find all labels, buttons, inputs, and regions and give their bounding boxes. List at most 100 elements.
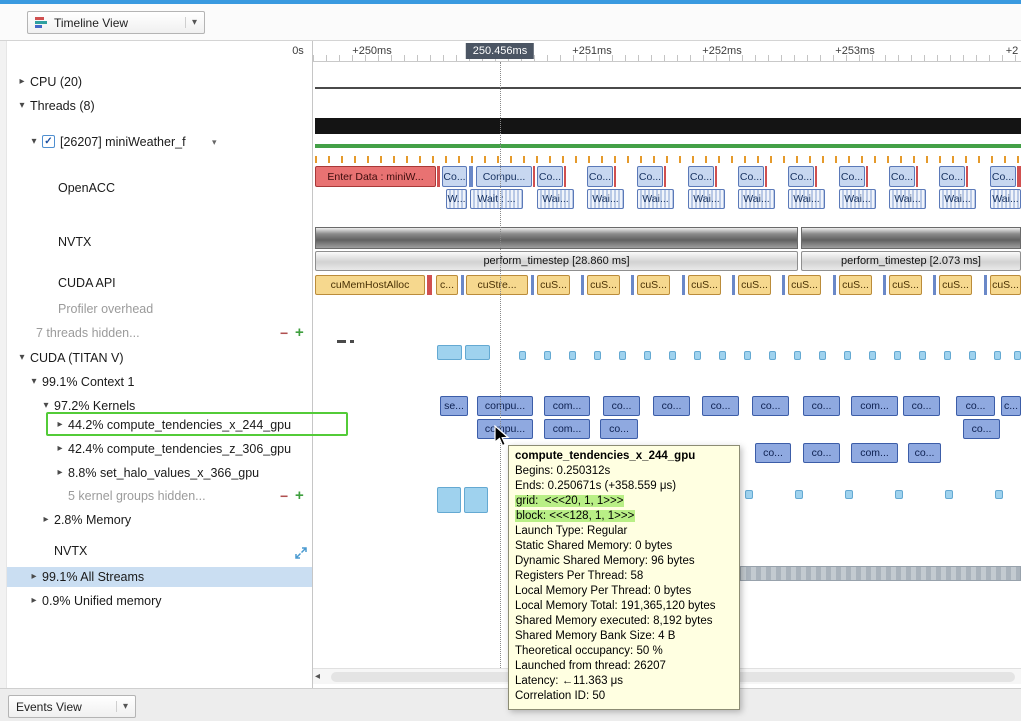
memory-group-block[interactable] [745, 490, 753, 499]
process-checkbox[interactable]: ✓ [42, 135, 55, 148]
openacc-launch-block[interactable]: Co... [587, 166, 613, 187]
openacc-launch-block[interactable] [437, 166, 440, 187]
device-memory-block[interactable] [519, 351, 526, 360]
kernels-all-block[interactable]: co... [903, 396, 940, 416]
all-streams-block[interactable] [740, 566, 1021, 581]
cuda-api-block[interactable] [883, 275, 886, 295]
openacc-wait-block[interactable]: Wai... [738, 189, 775, 209]
cuda-api-block[interactable] [531, 275, 534, 295]
openacc-launch-block[interactable]: Co... [442, 166, 467, 187]
openacc-launch-block[interactable]: Co... [889, 166, 915, 187]
kernel-z-block[interactable]: com... [851, 443, 898, 463]
sidebar-row-kernel-halo[interactable]: ▸8.8% set_halo_values_x_366_gpu [0, 463, 312, 483]
kernel-x-block[interactable]: co... [963, 419, 1000, 439]
openacc-launch-block[interactable] [715, 166, 717, 187]
device-memory-block[interactable] [619, 351, 626, 360]
memory-group-block[interactable] [845, 490, 853, 499]
cuda-api-block[interactable] [682, 275, 685, 295]
kernels-all-block[interactable]: co... [956, 396, 995, 416]
cuda-api-block[interactable]: cuS... [688, 275, 721, 295]
memory-group-block[interactable] [795, 490, 803, 499]
openacc-launch-block[interactable] [469, 166, 473, 187]
openacc-launch-block[interactable] [815, 166, 817, 187]
cuda-api-block[interactable] [427, 275, 432, 295]
cuda-api-block[interactable] [461, 275, 464, 295]
device-memory-block[interactable] [437, 345, 462, 360]
openacc-launch-block[interactable]: Co... [738, 166, 764, 187]
openacc-launch-block[interactable]: Co... [688, 166, 714, 187]
device-memory-block[interactable] [944, 351, 951, 360]
kernels-all-block[interactable]: co... [702, 396, 739, 416]
device-memory-block[interactable] [569, 351, 576, 360]
collapse-arrow-icon[interactable]: ▾ [28, 132, 40, 152]
device-memory-block[interactable] [794, 351, 801, 360]
device-memory-block[interactable] [919, 351, 926, 360]
nvtx-upper-block[interactable] [801, 227, 1021, 249]
kernels-all-block[interactable]: com... [851, 396, 898, 416]
cuda-api-block[interactable] [984, 275, 987, 295]
device-memory-block[interactable] [844, 351, 851, 360]
device-memory-block[interactable] [644, 351, 651, 360]
cuda-api-block[interactable]: cuS... [990, 275, 1021, 295]
expand-arrow-icon[interactable]: ▸ [54, 463, 66, 483]
cuda-api-block[interactable]: cuS... [587, 275, 620, 295]
cuda-api-block[interactable] [782, 275, 785, 295]
openacc-launch-block[interactable] [614, 166, 616, 187]
expand-arrow-icon[interactable]: ▸ [40, 510, 52, 530]
timeline-view-dropdown[interactable]: Timeline View ▾ [27, 11, 205, 34]
sidebar-row-unified-memory[interactable]: ▸0.9% Unified memory [0, 591, 312, 611]
show-more-icon[interactable]: + [295, 486, 304, 506]
device-memory-block[interactable] [969, 351, 976, 360]
cuda-api-block[interactable]: cuS... [537, 275, 570, 295]
sidebar-row-context1[interactable]: ▾99.1% Context 1 [0, 372, 312, 392]
nvtx-upper-block[interactable] [315, 227, 798, 249]
expand-arrow-icon[interactable]: ▸ [16, 72, 28, 92]
sidebar-row-kernel-z[interactable]: ▸42.4% compute_tendencies_z_306_gpu [0, 439, 312, 459]
show-more-icon[interactable]: + [295, 323, 304, 343]
memory-group-block[interactable] [437, 487, 461, 513]
cuda-api-block[interactable]: c... [436, 275, 458, 295]
kernel-x-block[interactable]: co... [600, 419, 638, 439]
pane-splitter[interactable] [312, 41, 313, 688]
cuda-api-block[interactable]: cuStre... [466, 275, 528, 295]
openacc-launch-block[interactable] [664, 166, 666, 187]
nvtx-range-block[interactable]: perform_timestep [28.860 ms] [315, 251, 798, 271]
show-fewer-icon[interactable]: − [280, 323, 288, 343]
cuda-api-block[interactable] [631, 275, 634, 295]
kernels-all-block[interactable]: co... [803, 396, 840, 416]
cuda-api-block[interactable] [732, 275, 735, 295]
kernels-all-block[interactable]: compu... [477, 396, 533, 416]
sidebar-row-nvtx-thread[interactable]: NVTX [0, 232, 312, 252]
openacc-launch-block[interactable] [533, 166, 535, 187]
events-view-dropdown[interactable]: Events View ▾ [8, 695, 136, 718]
openacc-launch-block[interactable]: Co... [990, 166, 1016, 187]
nvtx-range-block[interactable]: perform_timestep [2.073 ms] [801, 251, 1021, 271]
openacc-launch-block[interactable]: Compu... [476, 166, 532, 187]
show-fewer-icon[interactable]: − [280, 486, 288, 506]
cuda-api-block[interactable]: cuS... [889, 275, 922, 295]
process-menu-caret-icon[interactable]: ▾ [212, 132, 217, 152]
openacc-launch-block[interactable] [916, 166, 918, 187]
device-memory-block[interactable] [869, 351, 876, 360]
kernel-x-block[interactable]: com... [544, 419, 590, 439]
collapse-arrow-icon[interactable]: ▾ [16, 348, 28, 368]
cuda-api-block[interactable] [833, 275, 836, 295]
openacc-wait-block[interactable]: Wai... [637, 189, 674, 209]
openacc-launch-block[interactable] [564, 166, 566, 187]
kernels-all-block[interactable]: co... [603, 396, 640, 416]
cuda-api-block[interactable] [933, 275, 936, 295]
collapse-arrow-icon[interactable]: ▾ [28, 372, 40, 392]
openacc-launch-block[interactable]: Co... [537, 166, 563, 187]
cuda-api-block[interactable]: cuS... [839, 275, 872, 295]
memory-group-block[interactable] [995, 490, 1003, 499]
device-memory-block[interactable] [594, 351, 601, 360]
openacc-launch-block[interactable]: Co... [788, 166, 814, 187]
kernels-all-block[interactable]: co... [653, 396, 690, 416]
sidebar-row-profiler-overhead[interactable]: Profiler overhead [0, 299, 312, 319]
cuda-api-block[interactable]: cuMemHostAlloc [315, 275, 425, 295]
kernel-z-block[interactable]: co... [755, 443, 791, 463]
kernels-all-block[interactable]: se... [440, 396, 468, 416]
openacc-wait-block[interactable]: Wai... [788, 189, 825, 209]
openacc-launch-block[interactable]: Enter Data : miniW... [315, 166, 436, 187]
device-memory-block[interactable] [694, 351, 701, 360]
